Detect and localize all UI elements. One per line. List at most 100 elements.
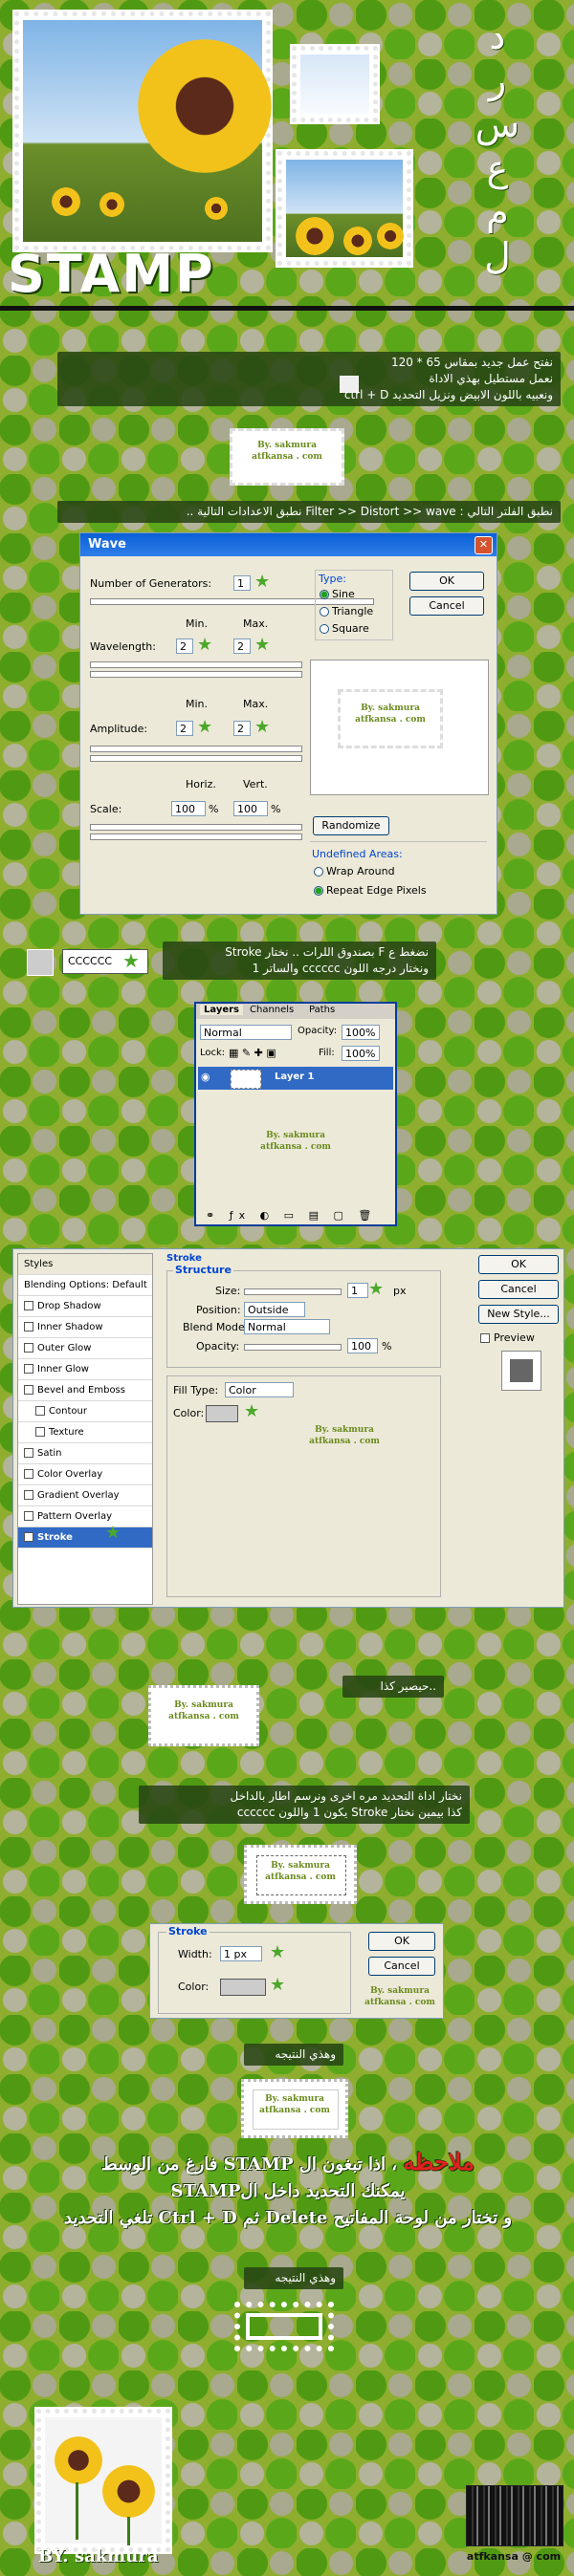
wrap-around-radio[interactable]: Wrap Around: [314, 865, 395, 877]
style-ok-button[interactable]: OK: [478, 1255, 559, 1274]
style-color-overlay[interactable]: Color Overlay: [18, 1464, 152, 1485]
stroke-title: Stroke: [166, 1253, 202, 1264]
barcode-icon: [466, 2485, 563, 2546]
step4-caption: ..حيصير كذا: [342, 1676, 444, 1698]
wave-titlebar: Wave ✕: [80, 533, 497, 556]
blend-mode-select[interactable]: Normal: [200, 1025, 292, 1040]
color-swatch-icon: [27, 949, 54, 976]
tutorial-page: STAMP د ر س ع م ل نفتح عمل جديد بمقاس 65…: [0, 0, 574, 2576]
side-letter: م: [486, 191, 509, 233]
result-label: وهذي النتيجه: [244, 2044, 343, 2066]
generators-input[interactable]: 1: [233, 575, 251, 591]
wavelength-min-input[interactable]: 2: [176, 639, 193, 654]
star-icon: ★: [254, 572, 271, 592]
step3-caption: نضغط ع F بصندوق اللرات .. نختار Stroke و…: [163, 942, 436, 980]
repeat-edge-radio[interactable]: Repeat Edge Pixels: [314, 884, 427, 897]
position-select[interactable]: Outside: [244, 1302, 305, 1317]
tab-channels[interactable]: Channels: [250, 1005, 294, 1015]
star-icon: ★: [254, 635, 271, 655]
scale-slider-1[interactable]: [90, 824, 302, 831]
style-inner-shadow[interactable]: Inner Shadow: [18, 1317, 152, 1338]
stroke-cancel-button[interactable]: Cancel: [368, 1957, 435, 1976]
structure-group: Structure Size: 1 ★ px Position: Outside…: [166, 1264, 441, 1368]
marquee-tool-icon: [340, 376, 359, 393]
style-satin[interactable]: Satin: [18, 1443, 152, 1464]
star-icon: ★: [197, 717, 213, 737]
stroke-dialog: Stroke Width: 1 px ★ Color: ★ OK Cancel …: [149, 1923, 444, 2019]
stroke-opacity-slider[interactable]: [244, 1344, 342, 1351]
step1-line3: ونعبيه باللون الابيض ونزيل التحديد ctrl …: [343, 388, 553, 401]
undefined-areas-group: Undefined Areas: Wrap Around Repeat Edge…: [310, 841, 487, 907]
star-icon: ★: [254, 717, 271, 737]
stroke-dialog-color[interactable]: [220, 1979, 266, 1996]
side-letter: ع: [486, 147, 509, 189]
header-divider: [0, 306, 574, 311]
layer-name[interactable]: Layer 1: [275, 1072, 314, 1082]
stroke-ok-button[interactable]: OK: [368, 1932, 435, 1951]
layer-style-dialog: Styles Blending Options: Default Drop Sh…: [12, 1248, 564, 1608]
tab-layers[interactable]: Layers: [200, 1005, 243, 1015]
style-blending-options[interactable]: Blending Options: Default: [18, 1275, 152, 1296]
new-style-button[interactable]: New Style...: [478, 1305, 559, 1324]
scale-slider-2[interactable]: [90, 833, 302, 840]
style-cancel-button[interactable]: Cancel: [478, 1280, 559, 1299]
close-icon[interactable]: ✕: [475, 536, 493, 554]
stroke-color-swatch[interactable]: [206, 1405, 238, 1422]
layer-row[interactable]: ◉ Layer 1: [198, 1067, 393, 1090]
ok-button[interactable]: OK: [409, 572, 484, 591]
opacity-input[interactable]: 100%: [342, 1025, 380, 1040]
type-triangle-radio[interactable]: Triangle: [320, 605, 373, 617]
note-title: ملاحظه: [403, 2148, 475, 2176]
style-gradient-overlay[interactable]: Gradient Overlay: [18, 1485, 152, 1506]
type-square-radio[interactable]: Square: [320, 622, 369, 635]
step1-caption: نفتح عمل جديد بمقاس 65 * 120 نعمل مستطيل…: [57, 352, 561, 406]
wavelength-max-input[interactable]: 2: [233, 639, 251, 654]
style-drop-shadow[interactable]: Drop Shadow: [18, 1296, 152, 1317]
tab-paths[interactable]: Paths: [309, 1005, 335, 1015]
wave-dialog: Wave ✕ Number of Generators: 1 ★ Min. Ma…: [79, 532, 497, 915]
stroke-blend-select[interactable]: Normal: [244, 1319, 330, 1334]
style-contour[interactable]: Contour: [18, 1401, 152, 1422]
randomize-button[interactable]: Randomize: [313, 816, 389, 835]
preview-checkbox[interactable]: Preview: [480, 1331, 535, 1344]
lock-icons[interactable]: ▦ ✎ ✚ ▣: [229, 1047, 276, 1059]
amplitude-max-input[interactable]: 2: [233, 721, 251, 736]
wave-preview: By. sakmura atfkansa . com: [310, 660, 489, 795]
wavelength-slider-2[interactable]: [90, 671, 302, 678]
style-pattern-overlay[interactable]: Pattern Overlay: [18, 1506, 152, 1527]
layers-panel: Layers Channels Paths Normal Opacity: 10…: [194, 1002, 397, 1226]
type-sine-radio[interactable]: Sine: [320, 588, 355, 600]
stroke-opacity-input[interactable]: 100: [347, 1338, 378, 1353]
hollow-stamp: [234, 2302, 334, 2351]
eye-icon[interactable]: ◉: [201, 1071, 210, 1083]
side-letter: د: [489, 15, 506, 57]
amplitude-slider-1[interactable]: [90, 746, 302, 752]
style-outer-glow[interactable]: Outer Glow: [18, 1338, 152, 1359]
stroke-width-input[interactable]: 1 px: [220, 1946, 262, 1961]
cancel-button[interactable]: Cancel: [409, 596, 484, 616]
star-icon: ★: [244, 1401, 260, 1421]
styles-list: Styles Blending Options: Default Drop Sh…: [17, 1253, 153, 1605]
filltype-select[interactable]: Color: [225, 1382, 294, 1397]
footer-stamp-photo: [36, 2409, 170, 2552]
amplitude-slider-2[interactable]: [90, 755, 302, 762]
scale-vert-input[interactable]: 100: [233, 801, 268, 816]
layers-footer-icons[interactable]: ⚭ ƒx ◐ ▭ ▤ ▢ 🗑: [206, 1209, 377, 1222]
style-texture[interactable]: Texture: [18, 1422, 152, 1443]
style-preview-swatch: [501, 1351, 541, 1391]
size-input[interactable]: 1: [347, 1283, 368, 1298]
arabic-side-title: د ر س ع م ل: [469, 14, 526, 278]
side-letter: ل: [484, 235, 511, 277]
fill-input[interactable]: 100%: [342, 1046, 380, 1061]
style-stroke[interactable]: Stroke: [18, 1527, 152, 1548]
wavelength-slider-1[interactable]: [90, 661, 302, 668]
small-stamp-sky: [292, 46, 378, 122]
amplitude-min-input[interactable]: 2: [176, 721, 193, 736]
main-stamp-photo: [14, 11, 272, 250]
layer-thumbnail: [231, 1070, 261, 1089]
stamp-logo: STAMP: [8, 244, 215, 304]
scale-horiz-input[interactable]: 100: [171, 801, 206, 816]
style-bevel-emboss[interactable]: Bevel and Emboss: [18, 1380, 152, 1401]
size-slider[interactable]: [244, 1288, 342, 1295]
style-inner-glow[interactable]: Inner Glow: [18, 1359, 152, 1380]
